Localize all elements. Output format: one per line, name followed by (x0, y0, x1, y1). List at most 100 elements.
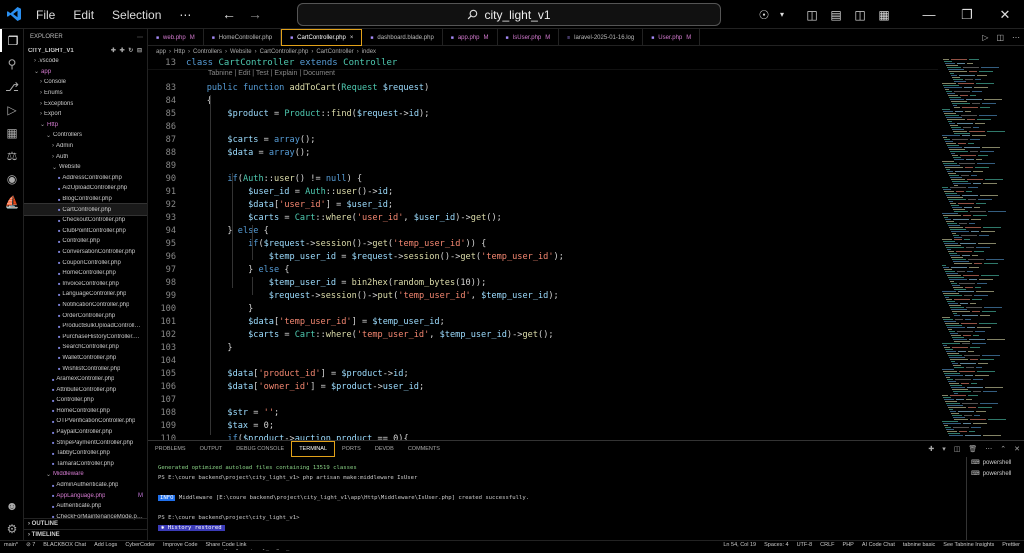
status-item[interactable]: Improve Code (163, 542, 198, 548)
toggle-secondary-sidebar-icon[interactable]: ◫ (848, 8, 872, 22)
close-icon[interactable]: ✕ (986, 7, 1024, 23)
file-item[interactable]: ■ PurchaseHistoryController.php (24, 331, 147, 342)
status-item[interactable]: See Tabnine Insights (943, 542, 994, 548)
editor-tab[interactable]: ■ HomeController.php (204, 29, 282, 46)
folder-item[interactable]: ⌄ Http (24, 120, 147, 131)
file-item[interactable]: ■ AramexController.php (24, 374, 147, 385)
menu-edit[interactable]: Edit (73, 8, 94, 22)
file-item[interactable]: ■ LanguageController.php (24, 289, 147, 300)
back-arrow-icon[interactable]: ← (222, 6, 236, 22)
folder-item[interactable]: › Exceptions (24, 98, 147, 109)
file-item[interactable]: ■ WalletController.php (24, 353, 147, 364)
breadcrumb-item[interactable]: Website (230, 49, 252, 55)
settings-gear-icon[interactable]: ⚙ (0, 517, 24, 540)
close-tab-icon[interactable]: × (350, 35, 354, 41)
status-item[interactable]: AI Code Chat (862, 542, 895, 548)
restore-icon[interactable]: ❐ (948, 7, 986, 23)
folder-item[interactable]: › Admin (24, 141, 147, 152)
file-item[interactable]: ■ AddressController.php (24, 173, 147, 184)
file-item[interactable]: ■ OTPVerificationController.php (24, 416, 147, 427)
editor-tab[interactable]: ■ web.php M (148, 29, 204, 46)
file-item[interactable]: ■ AttributeController.php (24, 384, 147, 395)
file-item[interactable]: ■ CartController.php (24, 203, 147, 216)
minimap[interactable] (938, 57, 1024, 440)
folder-item[interactable]: › Console (24, 77, 147, 88)
search-icon[interactable]: ⚲ (0, 52, 24, 75)
status-item[interactable]: PHP (843, 542, 854, 548)
terminal-item[interactable]: ⌨ powershell (967, 457, 1024, 468)
panel-tab[interactable]: PROBLEMS (148, 441, 193, 457)
chevron-down-icon[interactable]: ▾ (942, 445, 946, 453)
folder-item[interactable]: ⌄ Middleware (24, 469, 147, 480)
panel-tab[interactable]: PORTS (335, 441, 368, 457)
status-item[interactable]: Prettier (1002, 542, 1020, 548)
status-item[interactable]: CRLF (820, 542, 834, 548)
status-item[interactable]: main* (4, 542, 18, 548)
test-icon[interactable]: ⚖ (0, 144, 24, 167)
breadcrumb-item[interactable]: Http (174, 49, 185, 55)
editor-tab[interactable]: ■ dashboard.blade.php (362, 29, 443, 46)
panel-tab[interactable]: DEBUG CONSOLE (229, 441, 291, 457)
explorer-icon[interactable]: ❐ (0, 29, 24, 52)
status-item[interactable]: tabnine basic (903, 542, 935, 548)
file-item[interactable]: ■ Authenticate.php (24, 501, 147, 512)
file-item[interactable]: ■ ProductBulkUploadController.p... (24, 321, 147, 332)
codelens-hint[interactable]: Tabnine | Edit | Test | Explain | Docume… (208, 70, 335, 77)
panel-tab[interactable]: OUTPUT (193, 441, 230, 457)
chevron-down-icon[interactable]: ▾ (776, 10, 788, 19)
file-item[interactable]: ■ PaypalController.php (24, 427, 147, 438)
file-item[interactable]: ■ AdminAuthenticate.php (24, 480, 147, 491)
status-item[interactable]: ⊘ 7 (26, 542, 35, 548)
breadcrumb-item[interactable]: app (156, 49, 166, 55)
menu-more[interactable]: ⋯ (179, 8, 191, 22)
more-icon[interactable]: ⋯ (1012, 33, 1020, 42)
new-terminal-icon[interactable]: ✚ (928, 445, 934, 453)
copilot-icon[interactable]: ☉ (752, 8, 776, 22)
status-item[interactable]: UTF-8 (797, 542, 813, 548)
folder-item[interactable]: › Enums (24, 88, 147, 99)
editor-tab[interactable]: ■ app.php M (443, 29, 498, 46)
file-item[interactable]: ■ Controller.php (24, 236, 147, 247)
code-editor[interactable]: 13 class CartController extends Controll… (148, 57, 938, 440)
editor-tab[interactable]: ■ IsUser.php M (498, 29, 560, 46)
folder-item[interactable]: › Export (24, 109, 147, 120)
docker-icon[interactable]: ⛵ (0, 190, 24, 213)
file-item[interactable]: ■ SearchController.php (24, 342, 147, 353)
terminal-item[interactable]: ⌨ powershell (967, 468, 1024, 479)
status-item[interactable]: CyberCoder (125, 542, 155, 548)
folder-item[interactable]: ⌄ Website (24, 162, 147, 173)
file-item[interactable]: ■ ClubPointController.php (24, 226, 147, 237)
file-item[interactable]: ■ AppLanguage.php M (24, 490, 147, 501)
file-item[interactable]: ■ AizUploadController.php (24, 183, 147, 194)
status-item[interactable]: BLACKBOX Chat (43, 542, 86, 548)
more-icon[interactable]: ⋯ (985, 445, 992, 453)
customize-layout-icon[interactable]: ▦ (872, 8, 896, 22)
file-item[interactable]: ■ StripePaymentController.php (24, 437, 147, 448)
breadcrumb-item[interactable]: Controllers (193, 49, 222, 55)
file-item[interactable]: ■ OrderController.php (24, 310, 147, 321)
folder-item[interactable]: › Auth (24, 151, 147, 162)
file-item[interactable]: ■ CheckoutController.php (24, 215, 147, 226)
file-item[interactable]: ■ WishlistController.php (24, 363, 147, 374)
command-center-search[interactable]: city_light_v1 (297, 3, 721, 26)
timeline-section[interactable]: › TIMELINE (24, 529, 147, 540)
file-item[interactable]: ■ CouponController.php (24, 257, 147, 268)
folder-item[interactable]: ⌄ app (24, 67, 147, 78)
breadcrumb-item[interactable]: index (362, 49, 376, 55)
project-actions-icon[interactable]: ✚ ✚ ↻ ⊟ (111, 47, 143, 54)
panel-tab[interactable]: COMMENTS (401, 441, 447, 457)
file-item[interactable]: ■ ConversationController.php (24, 247, 147, 258)
panel-tab[interactable]: TERMINAL (291, 441, 335, 457)
file-item[interactable]: ■ Controller.php (24, 395, 147, 406)
split-editor-icon[interactable]: ◫ (996, 33, 1004, 42)
minimize-icon[interactable]: — (910, 7, 948, 22)
outline-section[interactable]: › OUTLINE (24, 518, 147, 529)
file-item[interactable]: ■ NotificationController.php (24, 300, 147, 311)
editor-tab[interactable]: ■ User.php M (643, 29, 701, 46)
folder-item[interactable]: ⌄ Controllers (24, 130, 147, 141)
file-item[interactable]: ■ InvoiceController.php (24, 278, 147, 289)
toggle-sidebar-icon[interactable]: ◫ (800, 8, 824, 22)
editor-tab[interactable]: ■ CartController.php × (281, 29, 363, 46)
menu-file[interactable]: File (36, 8, 55, 22)
file-item[interactable]: ■ TamaraController.php (24, 459, 147, 470)
